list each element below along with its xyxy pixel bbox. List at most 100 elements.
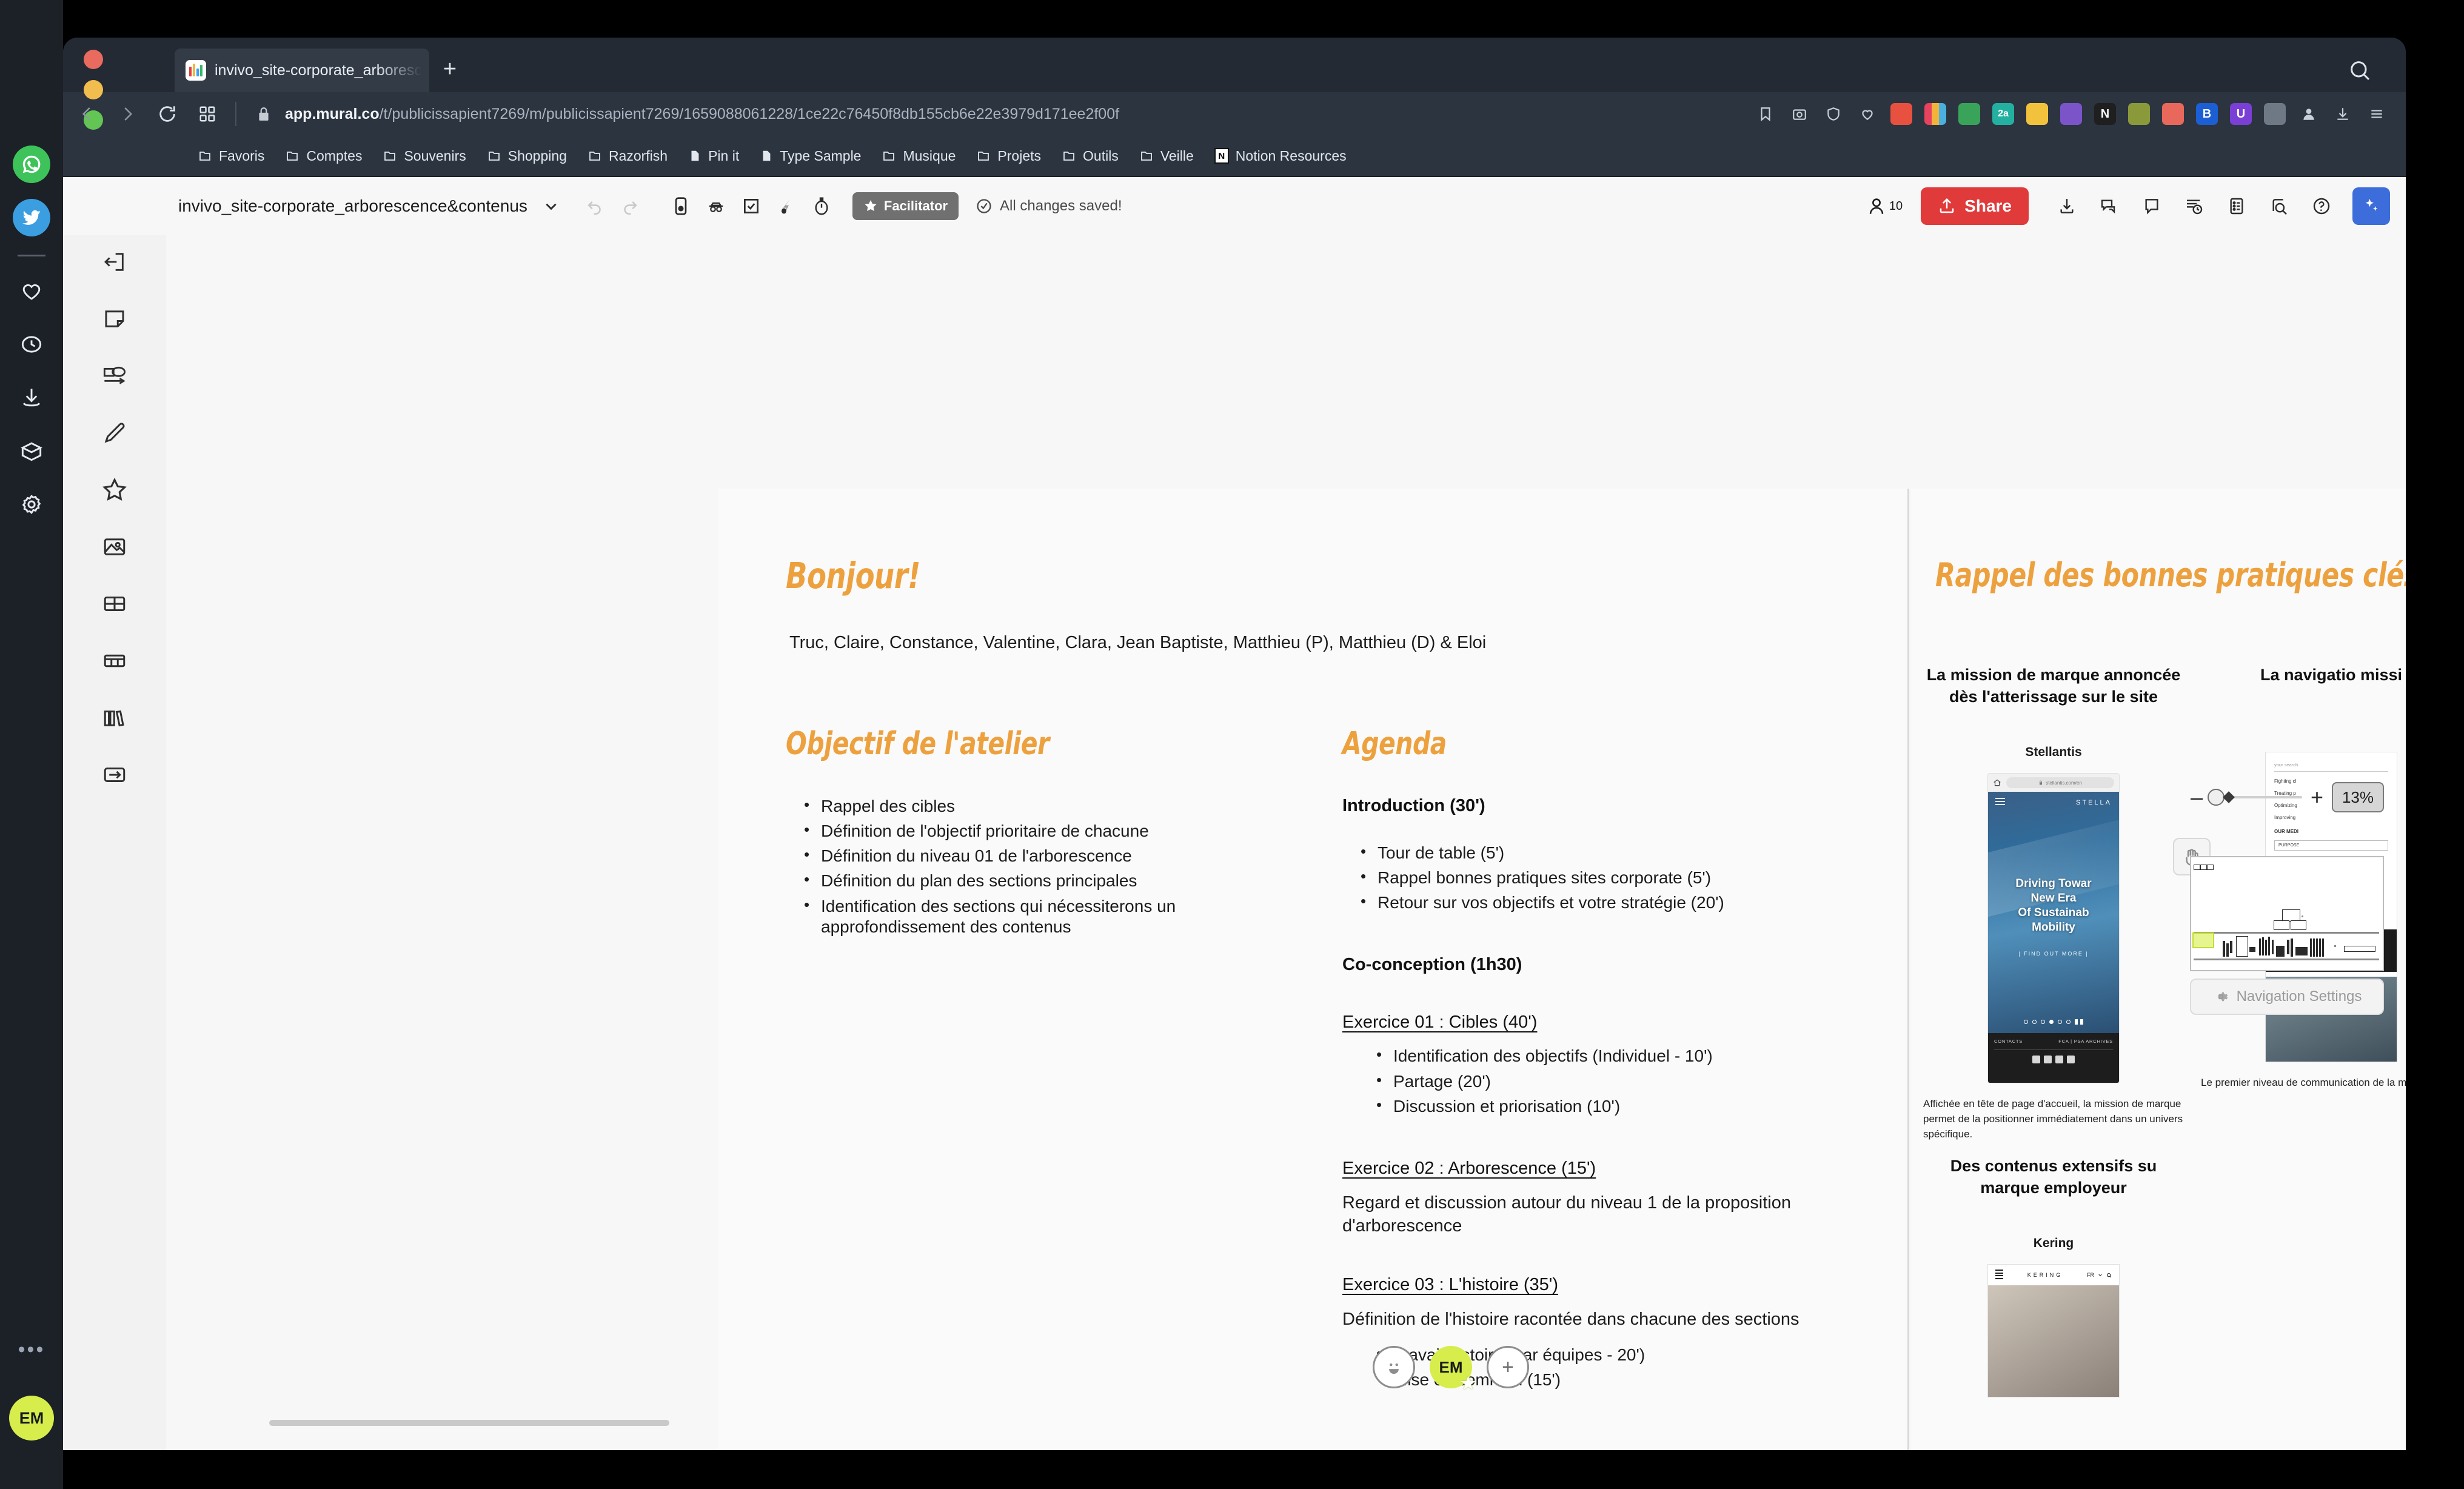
whatsapp-icon[interactable] [13,146,50,183]
heart-icon[interactable] [13,272,50,310]
ext-violet-icon[interactable]: U [2230,103,2252,125]
list-item: Tour de table (5') [1361,842,1876,863]
box-icon[interactable] [13,432,50,470]
downloads-icon[interactable] [13,379,50,417]
select-tool-icon[interactable] [663,189,698,224]
url-bar[interactable]: app.mural.co/t/publicissapient7269/m/pub… [285,105,1119,123]
hide-others-icon[interactable] [698,189,734,224]
avatar[interactable]: EM ★ [1430,1346,1476,1392]
bookmark-veille[interactable]: Veille [1139,148,1194,164]
outline-icon[interactable] [2219,189,2254,224]
settings-icon[interactable] [13,486,50,523]
undo-icon[interactable] [577,189,612,224]
browser-tab[interactable]: invivo_site-corporate_arboresc [175,49,429,92]
sticky-note-icon[interactable] [90,298,139,340]
chat-icon[interactable] [2092,189,2127,224]
image-icon[interactable] [90,526,139,567]
minimap[interactable] [2190,856,2384,971]
ext-colorbars-icon[interactable] [1924,103,1946,125]
avatar[interactable]: EM [9,1396,54,1440]
facilitator-badge[interactable]: Facilitator [852,192,959,220]
framework-grid-icon[interactable] [90,583,139,624]
horizontal-scrollbar[interactable] [269,1420,669,1426]
bookmark-shopping[interactable]: Shopping [487,148,567,164]
bookmark-musique[interactable]: Musique [882,148,956,164]
shapes-connector-icon[interactable] [90,355,139,397]
ext-pink-icon[interactable] [2162,103,2184,125]
ext-red-dot-icon[interactable] [1890,103,1912,125]
ext-bitwarden-icon[interactable]: B [2196,103,2218,125]
bookmark-label: Veille [1160,147,1194,164]
participants-count[interactable]: 10 [1866,196,1903,216]
browser-menu-icon[interactable] [2366,103,2388,125]
heart-icon[interactable] [1856,103,1878,125]
activity-icon[interactable] [2177,189,2212,224]
ext-green-icon[interactable] [1958,103,1980,125]
new-tab-button[interactable]: + [438,58,462,82]
panel-toggle-button[interactable] [192,98,223,130]
minimap-viewport-indicator[interactable] [2192,932,2214,948]
comment-icon[interactable] [2134,189,2169,224]
share-button[interactable]: Share [1921,187,2029,225]
forward-button[interactable] [112,98,143,130]
bookmark-projets[interactable]: Projets [976,148,1041,164]
zoom-slider-knob[interactable] [2207,789,2225,806]
agenda-exercice-01-title: Exercice 01 : Cibles (40') [1342,1012,1538,1032]
shield-icon[interactable] [1823,103,1844,125]
mural-canvas[interactable]: Bonjour! Truc, Claire, Constance, Valent… [166,235,2406,1450]
browser-extension-tray: 2a N B U [1755,92,2388,136]
zoom-slider[interactable] [2207,789,2302,806]
pen-icon[interactable] [90,412,139,453]
ext-notion-icon[interactable]: N [2094,103,2116,125]
library-icon[interactable] [90,697,139,738]
help-icon[interactable] [2304,189,2339,224]
bookmark-page-icon[interactable] [1755,103,1776,125]
expand-panel-icon[interactable] [90,754,139,795]
downloads-icon[interactable] [2332,103,2354,125]
board-menu-chevron-down-icon[interactable] [534,189,569,224]
bookmark-souvenirs[interactable]: Souvenirs [383,148,466,164]
ai-sparkle-icon[interactable] [2352,187,2390,225]
timer-icon[interactable] [804,189,839,224]
browser-tab-title: invivo_site-corporate_arboresc [215,61,422,79]
ext-yellow-icon[interactable] [2026,103,2048,125]
ext-teal-icon[interactable]: 2a [1992,103,2014,125]
bookmark-pin-it[interactable]: Pin it [688,148,739,164]
history-icon[interactable] [13,326,50,363]
celebrate-icon[interactable] [769,189,804,224]
bookmark-razorfish[interactable]: Razorfish [588,148,668,164]
ext-olive-icon[interactable] [2128,103,2150,125]
add-collaborator-button[interactable]: + [1487,1346,1529,1388]
bookmark-notion-resources[interactable]: N Notion Resources [1214,148,1347,164]
zoom-out-button[interactable]: – [2191,786,2203,808]
bookmark-comptes[interactable]: Comptes [285,148,362,164]
navigation-settings-button[interactable]: Navigation Settings [2190,979,2384,1015]
redo-icon[interactable] [612,189,648,224]
emoji-reaction-icon[interactable] [1373,1346,1415,1388]
screenshot-icon[interactable] [1789,103,1810,125]
kering-language: FR [2086,1272,2094,1279]
table-icon[interactable] [90,640,139,681]
ext-purple-icon[interactable] [2060,103,2082,125]
side-panel-overflow-button[interactable]: ••• [18,1338,45,1362]
best-practice-heading: La mission de marque annoncée dès l'atte… [1926,666,2181,706]
frame-bonjour[interactable]: Bonjour! Truc, Claire, Constance, Valent… [718,489,1909,1450]
board-title[interactable]: invivo_site-corporate_arborescence&conte… [178,196,527,216]
zoom-in-button[interactable]: + [2311,786,2323,808]
reload-button[interactable] [152,98,183,130]
search-icon[interactable] [2348,58,2372,82]
bookmark-type-sample[interactable]: Type Sample [760,148,861,164]
voting-icon[interactable] [734,189,769,224]
close-window-button[interactable] [84,50,103,69]
back-button[interactable] [72,98,103,130]
find-icon[interactable] [2261,189,2297,224]
bookmark-outils[interactable]: Outils [1062,148,1119,164]
twitter-icon[interactable] [13,199,50,236]
icons-star-icon[interactable] [90,469,139,510]
zoom-level-value[interactable]: 13% [2332,782,2384,812]
ext-grey-icon[interactable] [2264,103,2286,125]
collapse-panel-icon[interactable] [90,241,139,283]
export-icon[interactable] [2049,189,2084,224]
profile-icon[interactable] [2298,103,2320,125]
bookmark-favoris[interactable]: Favoris [198,148,264,164]
